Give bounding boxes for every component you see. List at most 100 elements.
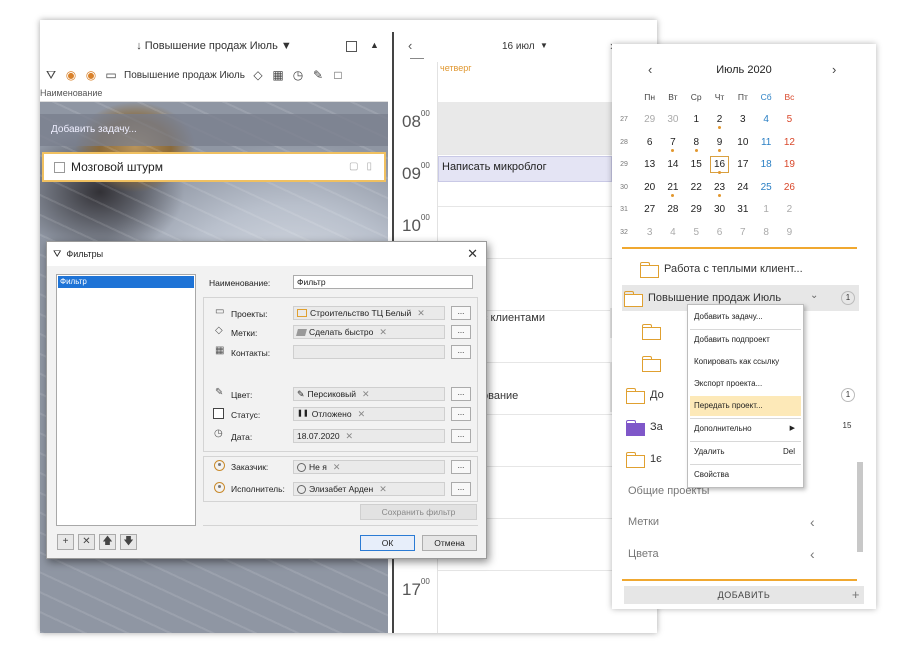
assignee-browse-button[interactable]: ...: [451, 482, 471, 496]
remove-icon[interactable]: ✕: [379, 326, 387, 338]
calendar-day[interactable]: 24: [731, 182, 754, 193]
calendar-day[interactable]: 9: [708, 137, 731, 152]
event-clients[interactable]: с клиентами: [482, 312, 545, 324]
remove-icon[interactable]: ✕: [346, 430, 354, 442]
calendar-day[interactable]: 8: [754, 227, 777, 238]
menu-export-project[interactable]: Экспорт проекта...: [690, 374, 801, 394]
add-button[interactable]: ДОБАВИТЬ +: [624, 586, 864, 604]
calendar-day[interactable]: 8: [685, 137, 708, 152]
chevron-down-icon[interactable]: ⌄: [810, 290, 818, 301]
calendar-day[interactable]: 18: [754, 159, 777, 170]
chevron-down-icon[interactable]: ▼: [540, 41, 548, 50]
remove-icon[interactable]: ✕: [333, 461, 341, 473]
calendar-day[interactable]: 6: [708, 227, 731, 238]
calendar-day[interactable]: 31: [731, 204, 754, 215]
close-icon[interactable]: ✕: [467, 246, 478, 262]
project-item-warm-clients[interactable]: Работа с теплыми клиент...: [624, 256, 859, 282]
plus-icon[interactable]: +: [852, 586, 860, 604]
calendar-day[interactable]: 17: [731, 159, 754, 170]
calendar-day[interactable]: 30: [708, 204, 731, 215]
menu-transfer-project[interactable]: Передать проект...: [690, 396, 801, 416]
calendar-day[interactable]: 15: [685, 159, 708, 170]
calendar-day[interactable]: 7: [731, 227, 754, 238]
calendar-day[interactable]: 1: [685, 114, 708, 125]
select-all-checkbox[interactable]: [346, 41, 357, 52]
calendar-day[interactable]: 2: [778, 204, 801, 215]
calendar-day[interactable]: 4: [661, 227, 684, 238]
contact-icon[interactable]: ▦: [271, 68, 285, 82]
calendar-day[interactable]: 29: [638, 114, 661, 125]
tags-browse-button[interactable]: ...: [451, 325, 471, 339]
column-header-name[interactable]: Наименование: [40, 88, 388, 102]
toolbar-project-label[interactable]: Повышение продаж Июль: [124, 70, 245, 81]
menu-copy-link[interactable]: Копировать как ссылку: [690, 352, 801, 372]
calendar-day[interactable]: 29: [685, 204, 708, 215]
prev-day-icon[interactable]: ‹: [408, 38, 412, 53]
calendar-day[interactable]: 14: [661, 159, 684, 170]
add-filter-button[interactable]: +: [57, 534, 74, 550]
customer-field[interactable]: Не я ✕: [293, 460, 445, 474]
calendar-day[interactable]: 27: [638, 204, 661, 215]
remove-icon[interactable]: ✕: [362, 388, 370, 400]
calendar-day[interactable]: 16: [708, 156, 731, 175]
contacts-field[interactable]: [293, 345, 445, 359]
calendar-day[interactable]: 3: [638, 227, 661, 238]
calendar-day[interactable]: 26: [778, 182, 801, 193]
move-down-button[interactable]: 🡇: [120, 534, 137, 550]
remove-icon[interactable]: ✕: [358, 408, 366, 420]
event-microblog[interactable]: Написать микроблог: [438, 156, 612, 182]
colors-section[interactable]: Цвета ‹: [628, 546, 824, 562]
chevron-left-icon[interactable]: ‹: [810, 514, 815, 530]
month-title[interactable]: Июль 2020: [612, 64, 876, 76]
ok-button[interactable]: ОК: [360, 535, 415, 551]
color-field[interactable]: ✎ Персиковый ✕: [293, 387, 445, 401]
calendar-day[interactable]: 1: [754, 204, 777, 215]
calendar-day[interactable]: 2: [708, 114, 731, 130]
delete-filter-button[interactable]: ✕: [78, 534, 95, 550]
calendar-day[interactable]: 12: [778, 137, 801, 148]
calendar-day[interactable]: 30: [661, 114, 684, 125]
scrollbar[interactable]: [857, 462, 863, 552]
calendar-day[interactable]: 25: [754, 182, 777, 193]
menu-properties[interactable]: Свойства: [690, 465, 801, 485]
menu-delete[interactable]: Удалить Del: [690, 442, 801, 462]
add-task-input[interactable]: Добавить задачу...: [40, 114, 388, 146]
status-field[interactable]: ❚❚ Отложено ✕: [293, 407, 445, 421]
projects-browse-button[interactable]: ...: [451, 306, 471, 320]
calendar-day[interactable]: 4: [754, 114, 777, 125]
customer-filter-icon[interactable]: ◉: [64, 68, 78, 82]
color-browse-button[interactable]: ...: [451, 387, 471, 401]
cancel-button[interactable]: Отмена: [422, 535, 477, 551]
calendar-day[interactable]: 7: [661, 137, 684, 152]
calendar-day[interactable]: 13: [638, 159, 661, 170]
collapse-icon[interactable]: ▲: [370, 40, 379, 50]
tags-field[interactable]: Сделать быстро ✕: [293, 325, 445, 339]
contacts-browse-button[interactable]: ...: [451, 345, 471, 359]
calendar-day[interactable]: 10: [731, 137, 754, 148]
calendar-day[interactable]: 3: [731, 114, 754, 125]
status-icon[interactable]: □: [331, 68, 345, 82]
date-browse-button[interactable]: ...: [451, 429, 471, 443]
menu-add-task[interactable]: Добавить задачу...: [690, 307, 801, 327]
remove-icon[interactable]: ✕: [379, 483, 387, 495]
filter-icon[interactable]: ⛛: [44, 68, 58, 82]
status-browse-button[interactable]: ...: [451, 407, 471, 421]
customer-browse-button[interactable]: ...: [451, 460, 471, 474]
calendar-day[interactable]: 22: [685, 182, 708, 193]
save-filter-button[interactable]: Сохранить фильтр: [360, 504, 477, 520]
calendar-day[interactable]: 6: [638, 137, 661, 148]
task-row[interactable]: Мозговой штурм ▢▯: [42, 152, 386, 182]
status-checkbox[interactable]: [213, 408, 224, 419]
calendar-day[interactable]: 20: [638, 182, 661, 193]
date-field[interactable]: 18.07.2020 ✕: [293, 429, 445, 443]
calendar-day[interactable]: 5: [778, 114, 801, 125]
calendar-day[interactable]: 23: [708, 182, 731, 197]
projects-field[interactable]: Строительство ТЦ Белый ✕: [293, 306, 445, 320]
menu-add-subproject[interactable]: Добавить подпроект: [690, 330, 801, 350]
chevron-left-icon[interactable]: ‹: [810, 546, 815, 562]
paint-icon[interactable]: ✎: [311, 68, 325, 82]
assignee-filter-icon[interactable]: ◉: [84, 68, 98, 82]
name-input[interactable]: Фильтр: [293, 275, 473, 289]
clock-icon[interactable]: ◷: [291, 68, 305, 82]
calendar-day[interactable]: 5: [685, 227, 708, 238]
